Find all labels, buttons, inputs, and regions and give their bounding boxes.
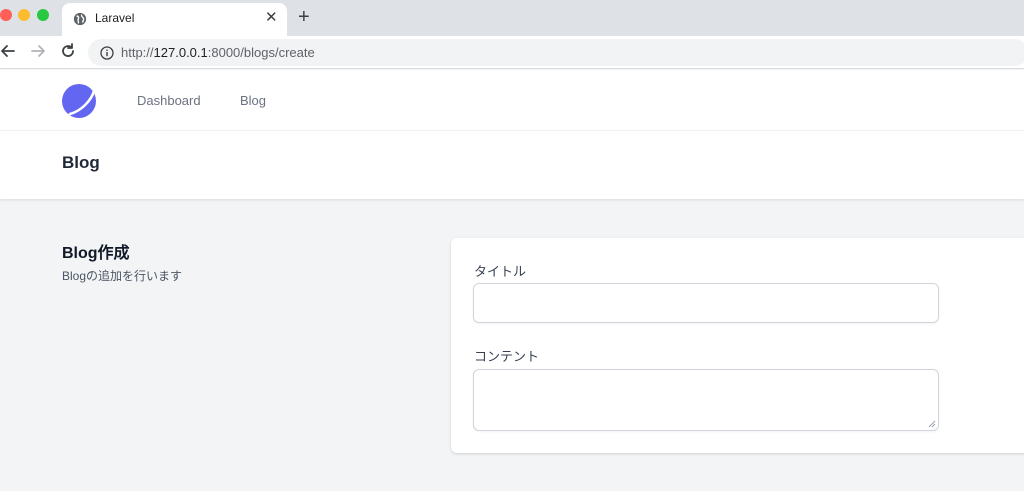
title-input[interactable] [473, 283, 939, 323]
blog-form-card: タイトル コンテント [451, 238, 1024, 453]
app-navigation: Dashboard Blog [0, 70, 1024, 131]
new-tab-button[interactable]: + [298, 6, 310, 28]
url-scheme: http:// [121, 45, 154, 60]
reload-icon[interactable] [58, 41, 78, 61]
close-tab-icon[interactable]: ✕ [265, 9, 278, 27]
url-path: :8000/blogs/create [207, 45, 315, 60]
address-bar[interactable]: http://127.0.0.1:8000/blogs/create [88, 39, 1024, 66]
content-textarea[interactable] [473, 369, 939, 431]
browser-tab[interactable]: Laravel ✕ [62, 3, 287, 36]
section-description: Blogの追加を行います [62, 269, 183, 283]
nav-link-blog[interactable]: Blog [240, 93, 266, 108]
resize-grip-icon[interactable] [928, 420, 936, 428]
browser-toolbar: http://127.0.0.1:8000/blogs/create [0, 36, 1024, 69]
browser-tab-bar: Laravel ✕ + [0, 0, 1024, 36]
page-header: Blog [0, 131, 1024, 199]
close-window-button[interactable] [0, 9, 12, 21]
maximize-window-button[interactable] [37, 9, 49, 21]
section-title: Blog作成 [62, 245, 130, 262]
url-host: 127.0.0.1 [153, 45, 208, 60]
forward-arrow-icon[interactable] [28, 41, 48, 61]
content-label: コンテント [474, 349, 540, 364]
info-icon[interactable] [100, 46, 114, 60]
app-logo-icon[interactable] [61, 83, 97, 119]
url-text[interactable]: http://127.0.0.1:8000/blogs/create [121, 45, 315, 60]
tab-title: Laravel [95, 11, 135, 25]
title-label: タイトル [474, 264, 527, 279]
nav-link-dashboard[interactable]: Dashboard [137, 93, 201, 108]
globe-icon [73, 12, 87, 26]
page-title: Blog [62, 153, 100, 172]
minimize-window-button[interactable] [18, 9, 30, 21]
back-arrow-icon[interactable] [0, 41, 18, 61]
